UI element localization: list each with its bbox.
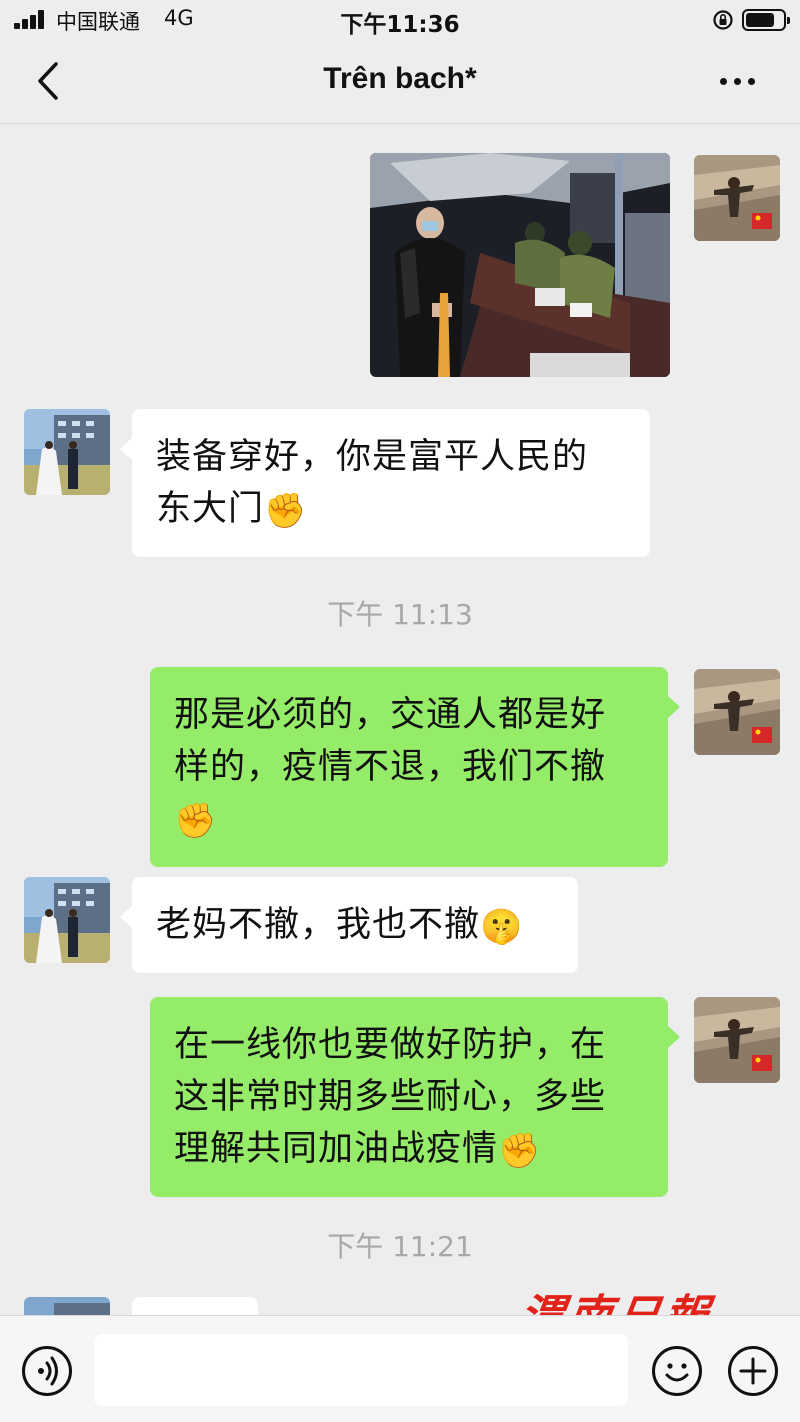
outgoing-message-bubble[interactable]: 在一线你也要做好防护，在 这非常时期多些耐心，多些 理解共同加油战疫情✊ [150, 997, 680, 1197]
more-options-button[interactable] [716, 68, 760, 94]
message-text: 装备穿好，你是富平人民的 [156, 437, 589, 477]
shushing-emoji-icon: 🤫 [480, 907, 524, 947]
avatar-image [694, 997, 780, 1083]
voice-icon [38, 1356, 58, 1386]
contact-avatar[interactable] [24, 877, 110, 963]
message-text: 老妈不撤，我也不撤 [156, 905, 481, 945]
contact-avatar[interactable] [24, 409, 110, 495]
emoji-icon [665, 1363, 689, 1382]
message-text: 在一线你也要做好防护，在 [174, 1025, 607, 1065]
avatar-image [24, 1297, 110, 1315]
message-text-line: 老妈不撤，我也不撤🤫 [156, 899, 554, 951]
avatar-image [694, 155, 780, 241]
message-input[interactable] [94, 1334, 628, 1406]
nav-bar: Trên bach* [0, 40, 800, 124]
plus-icon [739, 1357, 767, 1385]
chat-message-list[interactable]: 装备穿好，你是富平人民的 东大门✊ 下午 11:13 那是必须的，交通人都是好 … [0, 125, 800, 1315]
voice-input-button[interactable] [22, 1346, 72, 1396]
image-message[interactable] [370, 153, 670, 377]
status-bar: 中国联通 4G 下午11:36 [0, 0, 800, 40]
battery-icon [742, 9, 790, 31]
message-text: 这非常时期多些耐心，多些 [174, 1077, 607, 1117]
message-text-part: 理解共同加油战疫情 [174, 1129, 499, 1169]
avatar-image [24, 877, 110, 963]
message-text: 样的，疫情不退，我们不撤 [174, 747, 607, 787]
more-functions-button[interactable] [728, 1346, 778, 1396]
contact-avatar[interactable] [24, 1297, 110, 1315]
emoji-button[interactable] [652, 1346, 702, 1396]
avatar-image [24, 409, 110, 495]
chat-title: Trên bach* [323, 62, 477, 95]
timestamp: 下午 11:21 [327, 1230, 473, 1263]
my-avatar[interactable] [694, 155, 780, 241]
fist-emoji-icon: ✊ [498, 1131, 542, 1171]
timestamp: 下午 11:13 [327, 598, 473, 631]
message-text-line2: 东大门✊ [156, 483, 626, 535]
message-text: 那是必须的，交通人都是好 [174, 695, 607, 735]
status-time: 下午11:36 [340, 12, 460, 38]
outgoing-message-bubble[interactable]: 那是必须的，交通人都是好 样的，疫情不退，我们不撤 ✊ [150, 667, 680, 867]
my-avatar[interactable] [694, 669, 780, 755]
input-bar [0, 1315, 800, 1422]
checkpoint-photo [370, 153, 670, 377]
incoming-message-bubble[interactable]: 装备穿好，你是富平人民的 东大门✊ [120, 409, 650, 557]
incoming-message-bubble[interactable]: 老妈不撤，我也不撤🤫 [120, 877, 578, 973]
message-text-part: 东大门 [156, 489, 265, 529]
fist-emoji-icon: ✊ [174, 801, 218, 841]
fist-emoji-icon: ✊ [264, 491, 308, 531]
incoming-message-bubble[interactable] [132, 1297, 258, 1315]
my-avatar[interactable] [694, 997, 780, 1083]
rotation-lock-icon [713, 10, 733, 30]
message-text-line3: 理解共同加油战疫情✊ [174, 1123, 644, 1175]
avatar-image [694, 669, 780, 755]
